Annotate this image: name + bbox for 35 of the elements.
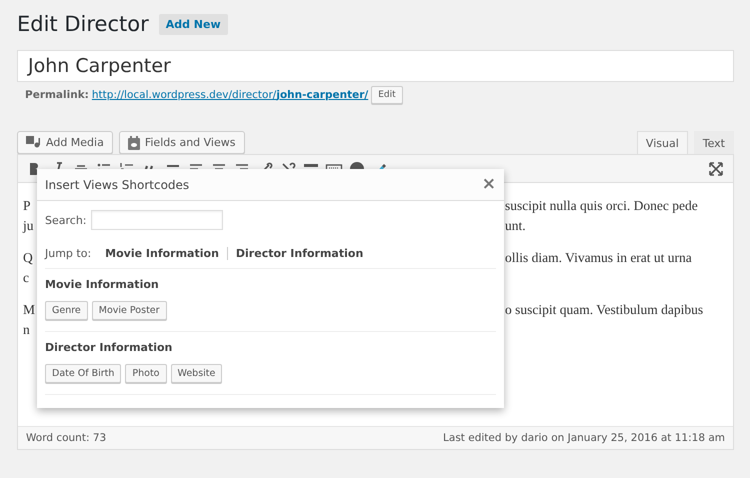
last-edited-text: Last edited by dario on January 25, 2016 at 11:18 am [443,432,725,444]
media-button[interactable]: Add Media [17,131,113,154]
permalink-label: Permalink: [25,89,89,101]
paragraph-text: c [23,270,29,285]
paragraph-text: M [23,302,36,317]
dialog-title: Insert Views Shortcodes [45,178,190,192]
paragraph-text: ollis diam. Vivamus in erat ut urna [505,250,692,265]
jump-label: Jump to: [45,247,92,260]
group-heading: Director Information [45,341,174,354]
word-count: Word count: 73 [26,432,106,444]
shortcode-button[interactable]: Genre [45,301,88,320]
group-heading: Movie Information [45,278,160,291]
paragraph-text: suscipit nulla quis orci. Donec pede [505,198,698,213]
paragraph-text: ju [23,218,34,233]
paragraph-text: n [23,322,30,337]
editor-tab[interactable]: Text [694,131,734,155]
title-field[interactable]: John Carpenter [17,50,734,82]
add-new-button[interactable]: Add New [158,14,228,34]
close-button[interactable]: × [482,176,496,193]
permalink-link[interactable]: http://local.wordpress.dev/director/john-carpenter/ [92,89,368,101]
jump-link[interactable]: Director Information [226,247,372,260]
editor-tab[interactable]: Visual [636,131,688,155]
media-button[interactable]: Fields and Views [118,131,244,154]
edit-button[interactable]: Edit [371,86,403,104]
page-title: Edit Director [17,12,149,36]
paragraph-text: unt. [505,218,526,233]
shortcode-button[interactable]: Movie Poster [92,301,167,320]
jump-link[interactable]: Movie Information [97,247,227,260]
paragraph-text: o suscipit quam. Vestibulum dapibus [505,302,704,317]
paragraph-text: P [23,198,31,213]
search-label: Search: [45,214,86,226]
shortcode-button[interactable]: Website [170,364,222,383]
paragraph-text: Q [23,250,33,265]
shortcode-button[interactable]: Date Of Birth [45,364,122,383]
shortcode-button[interactable]: Photo [125,364,166,383]
